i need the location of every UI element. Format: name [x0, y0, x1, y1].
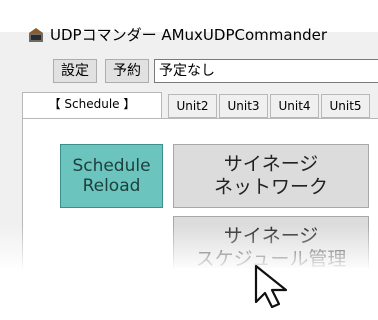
- tab-unit3[interactable]: Unit3: [219, 94, 268, 118]
- app-window: UDPコマンダー AMuxUDPCommander 設定 予約 予定なし 【 S…: [0, 0, 378, 268]
- reserve-button[interactable]: 予約: [105, 59, 149, 83]
- mouse-pointer-icon: [254, 264, 288, 309]
- signage-network-line1: サイネージ: [223, 153, 319, 175]
- schedule-status-field[interactable]: 予定なし: [154, 59, 378, 83]
- tab-schedule[interactable]: 【 Schedule 】: [22, 92, 162, 118]
- title-bar: UDPコマンダー AMuxUDPCommander: [0, 0, 378, 44]
- schedule-reload-button[interactable]: Schedule Reload: [60, 144, 163, 208]
- window-title: UDPコマンダー AMuxUDPCommander: [50, 26, 327, 44]
- signage-network-line2: ネットワーク: [213, 176, 328, 198]
- signage-schedule-line1: サイネージ: [223, 225, 319, 247]
- tab-unit2[interactable]: Unit2: [168, 94, 217, 118]
- terminal-app-icon: [29, 28, 43, 42]
- tab-unit4[interactable]: Unit4: [270, 94, 319, 118]
- signage-network-button[interactable]: サイネージ ネットワーク: [173, 144, 369, 208]
- unit-tabs: 【 Schedule 】 Unit2 Unit3 Unit4 Unit5: [22, 92, 378, 118]
- tab-unit5[interactable]: Unit5: [321, 94, 370, 118]
- signage-schedule-manage-button[interactable]: サイネージ スケジュール管理: [173, 216, 369, 268]
- settings-button[interactable]: 設定: [53, 59, 97, 83]
- schedule-reload-line1: Schedule: [72, 156, 151, 176]
- schedule-reload-line2: Reload: [82, 176, 141, 196]
